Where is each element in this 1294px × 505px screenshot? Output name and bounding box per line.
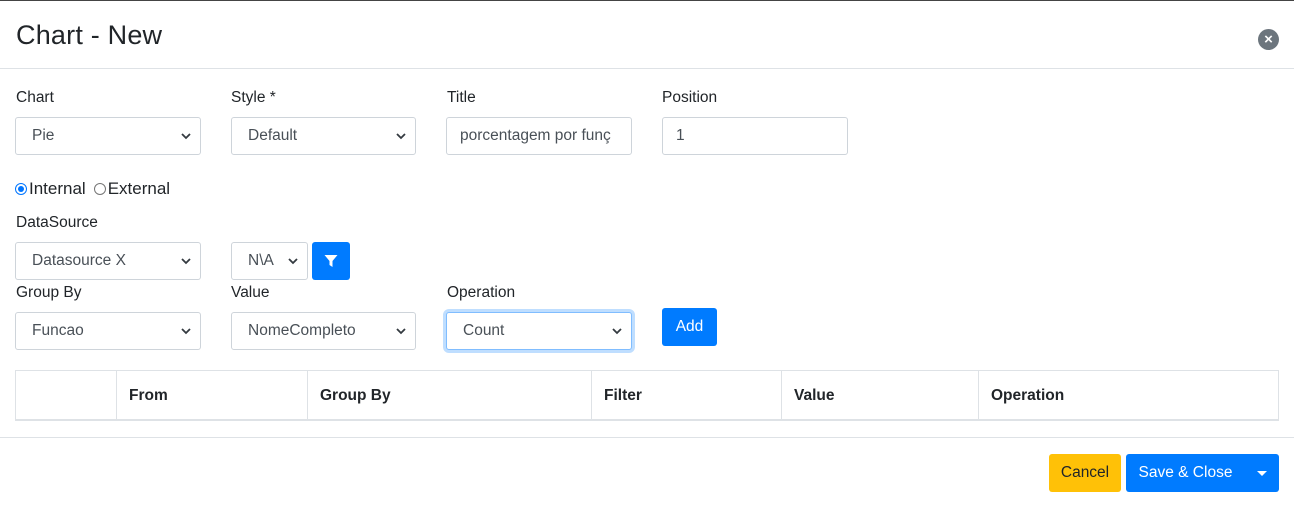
value-label: Value (231, 284, 270, 301)
position-input[interactable]: 1 (662, 117, 848, 155)
title-label: Title (447, 89, 476, 106)
cancel-button[interactable]: Cancel (1049, 454, 1121, 492)
table-header-value: Value (781, 371, 978, 420)
table-header-group-by: Group By (307, 371, 591, 420)
add-button[interactable]: Add (662, 308, 717, 346)
filter-button[interactable] (312, 242, 350, 280)
external-radio-label: External (107, 179, 171, 198)
datasource-select[interactable]: Datasource X (15, 242, 201, 280)
style-select-value: Default (248, 127, 298, 144)
filter-icon (324, 255, 338, 267)
chevron-down-icon (396, 133, 406, 140)
operation-select-value: Count (463, 322, 505, 339)
chevron-down-icon (181, 258, 191, 265)
operation-label: Operation (447, 284, 516, 301)
modal-header: Chart - New × (0, 1, 1294, 69)
table-header-from: From (116, 371, 307, 420)
chart-modal: Chart - New × Chart Pie Style * Default … (0, 0, 1294, 505)
value-select-value: NomeCompleto (248, 322, 356, 339)
modal-title: Chart - New (16, 20, 163, 50)
chevron-down-icon (181, 133, 191, 140)
chart-series-table: From Group By Filter Value Operation (15, 370, 1279, 421)
chevron-down-icon (181, 328, 191, 335)
chart-label: Chart (16, 89, 54, 106)
group-by-label: Group By (16, 284, 82, 301)
datasource-filter-select[interactable]: N\A (231, 242, 308, 280)
title-input[interactable]: porcentagem por funç (446, 117, 632, 155)
table-header-filter: Filter (591, 371, 781, 420)
group-by-select-value: Funcao (32, 322, 84, 339)
operation-select[interactable]: Count (446, 312, 632, 350)
internal-radio[interactable] (15, 183, 27, 195)
source-type-radio-group: Internal External (15, 179, 170, 199)
table-header-empty (16, 371, 116, 420)
table-header-operation: Operation (978, 371, 1278, 420)
close-icon[interactable]: × (1258, 29, 1279, 50)
group-by-select[interactable]: Funcao (15, 312, 201, 350)
datasource-label: DataSource (16, 214, 98, 231)
datasource-filter-value: N\A (248, 252, 274, 269)
chevron-down-icon (288, 258, 298, 265)
external-radio[interactable] (93, 183, 106, 195)
chevron-down-icon (396, 328, 406, 335)
chart-select[interactable]: Pie (15, 117, 201, 155)
internal-radio-label: Internal (29, 179, 86, 198)
chart-select-value: Pie (32, 127, 55, 144)
datasource-select-value: Datasource X (32, 252, 126, 269)
save-close-button[interactable]: Save & Close (1126, 454, 1245, 492)
caret-down-icon (1257, 471, 1267, 476)
save-options-dropdown-button[interactable] (1245, 454, 1279, 492)
style-label: Style * (231, 89, 276, 106)
value-select[interactable]: NomeCompleto (231, 312, 416, 350)
chevron-down-icon (612, 328, 622, 335)
position-label: Position (662, 89, 718, 106)
style-select[interactable]: Default (231, 117, 416, 155)
